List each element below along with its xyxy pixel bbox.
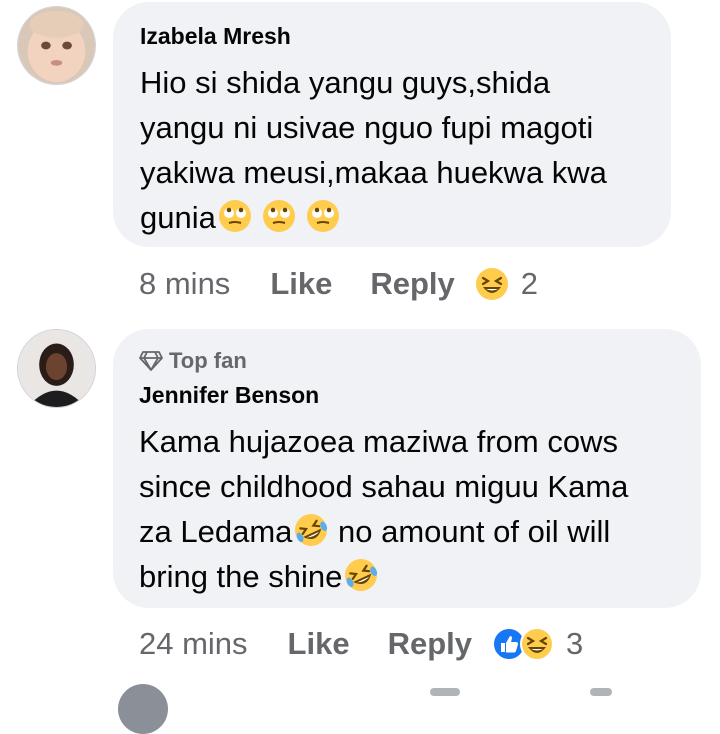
comment-bubble: Izabela Mresh Hio si shida yangu guys,sh… (113, 2, 671, 247)
comment-line: Hio si shida yangu guys,shida (140, 65, 551, 100)
comment-timestamp[interactable]: 24 mins (139, 626, 248, 662)
comment-line-last: bring the shine (139, 554, 701, 599)
comment-line: yakiwa meusi,makaa huekwa kwa (140, 155, 607, 190)
comment-text: Kama hujazoea maziwa from cows since chi… (139, 419, 701, 599)
comment-line: bring the shine (139, 559, 343, 594)
laughing-squint-emoji (520, 627, 554, 661)
rolling-eyes-emoji (217, 198, 253, 234)
reaction-summary[interactable] (475, 267, 509, 301)
laughing-squint-emoji (475, 267, 509, 301)
avatar[interactable] (118, 684, 168, 734)
comment-line: no amount of oil will (329, 514, 611, 549)
comment-line: yangu ni usivae nguo fupi magoti (140, 110, 594, 145)
badge-label: Top fan (169, 348, 247, 373)
reaction-summary[interactable] (492, 627, 554, 661)
reply-button[interactable]: Reply (370, 266, 454, 302)
rolling-on-floor-laughing-emoji (293, 512, 329, 548)
comment-actions: 24 mins Like Reply 3 (139, 622, 583, 666)
rolling-eyes-emoji (305, 198, 341, 234)
like-button[interactable]: Like (270, 266, 332, 302)
comment-line: since childhood sahau miguu Kama (139, 469, 629, 504)
comment-author[interactable]: Jennifer Benson (139, 381, 701, 409)
comment-line-last: gunia (140, 195, 671, 240)
baby-avatar-image (18, 7, 95, 84)
comment-actions: 8 mins Like Reply 2 (139, 262, 538, 306)
comment-timestamp[interactable]: 8 mins (139, 266, 230, 302)
reply-button[interactable]: Reply (388, 626, 472, 662)
avatar[interactable] (17, 329, 96, 408)
avatar[interactable] (17, 6, 96, 85)
comment-line-mixed: za Ledama no amount of oil will (139, 509, 701, 554)
like-button[interactable]: Like (288, 626, 350, 662)
reaction-count[interactable]: 2 (521, 266, 538, 302)
truncated-content (590, 688, 612, 696)
rolling-eyes-emoji (261, 198, 297, 234)
truncated-content (430, 688, 460, 696)
top-fan-badge[interactable]: Top fan (139, 347, 701, 375)
rolling-on-floor-laughing-emoji (343, 557, 379, 593)
comment-bubble: Top fan Jennifer Benson Kama hujazoea ma… (113, 329, 701, 608)
reaction-count[interactable]: 3 (566, 626, 583, 662)
comment-line: Kama hujazoea maziwa from cows (139, 424, 618, 459)
comment-line: gunia (140, 200, 216, 235)
comment-text: Hio si shida yangu guys,shida yangu ni u… (140, 60, 671, 240)
diamond-icon (139, 351, 163, 371)
comment-author[interactable]: Izabela Mresh (140, 22, 671, 50)
comment-line: za Ledama (139, 514, 293, 549)
woman-avatar-image (18, 330, 95, 407)
